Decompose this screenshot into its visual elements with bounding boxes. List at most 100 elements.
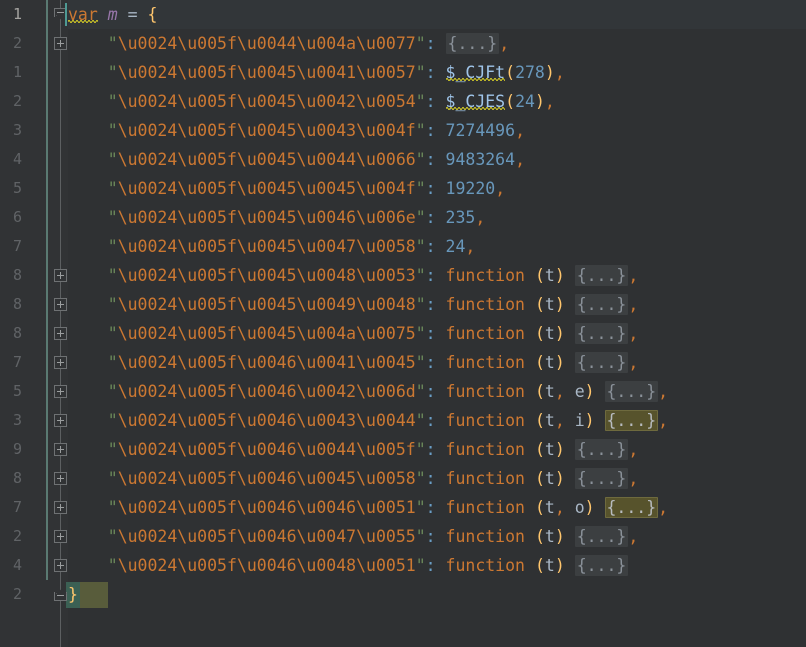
property-line[interactable]: "\u0024\u005f\u0046\u0042\u006d": functi… <box>68 377 668 406</box>
param-close-paren: ) <box>554 266 565 285</box>
line-number: 7 <box>12 237 22 255</box>
fold-collapse-region-end-icon[interactable] <box>54 588 67 601</box>
folded-code-placeholder[interactable]: {...} <box>574 294 629 315</box>
property-line[interactable]: "\u0024\u005f\u0045\u0044\u0066": 948326… <box>68 145 525 174</box>
code-content[interactable]: var m = { "\u0024\u005f\u0044\u004a\u007… <box>66 0 806 647</box>
fold-expand-icon[interactable] <box>54 559 67 572</box>
property-line[interactable]: "\u0024\u005f\u0045\u0042\u0054": $_CJES… <box>68 87 555 116</box>
call-argument: 278 <box>515 63 545 82</box>
key-value-colon: : <box>425 382 436 401</box>
escape-sequence: \u0024\u005f\u0045\u0043\u004f <box>117 121 416 140</box>
property-line[interactable]: "\u0024\u005f\u0046\u0041\u0045": functi… <box>68 348 638 377</box>
property-line[interactable]: "\u0024\u005f\u0045\u0041\u0057": $_CJFt… <box>68 58 565 87</box>
line-number: 2 <box>12 92 22 110</box>
string-quote: " <box>107 63 118 82</box>
line-number: 4 <box>12 150 22 168</box>
property-line[interactable]: "\u0024\u005f\u0046\u0047\u0055": functi… <box>68 522 638 551</box>
fold-expand-icon[interactable] <box>54 443 67 456</box>
key-value-colon: : <box>425 295 436 314</box>
property-comma: , <box>658 382 669 401</box>
line-number: 3 <box>12 411 22 429</box>
string-quote: " <box>415 121 426 140</box>
string-quote: " <box>415 34 426 53</box>
param-open-paren: ( <box>534 266 545 285</box>
string-quote: " <box>415 324 426 343</box>
string-quote: " <box>415 266 426 285</box>
string-quote: " <box>107 295 118 314</box>
string-quote: " <box>107 121 118 140</box>
property-line[interactable]: "\u0024\u005f\u0045\u0047\u0058": 24, <box>68 232 476 261</box>
object-open-brace: { <box>147 5 158 24</box>
closing-brace-line[interactable]: } <box>68 580 78 609</box>
property-comma: , <box>628 469 639 488</box>
param-open-paren: ( <box>534 324 545 343</box>
folded-code-placeholder[interactable]: {...} <box>604 381 659 402</box>
key-value-colon: : <box>425 353 436 372</box>
property-line[interactable]: "\u0024\u005f\u0045\u0048\u0053": functi… <box>68 261 638 290</box>
function-keyword: function <box>445 266 525 285</box>
string-quote: " <box>107 469 118 488</box>
property-line[interactable]: "\u0024\u005f\u0045\u004a\u0075": functi… <box>68 319 638 348</box>
folded-code-placeholder[interactable]: {...} <box>574 439 629 460</box>
property-comma: , <box>658 498 669 517</box>
property-line[interactable]: "\u0024\u005f\u0046\u0046\u0051": functi… <box>68 493 668 522</box>
property-line[interactable]: "\u0024\u005f\u0046\u0043\u0044": functi… <box>68 406 668 435</box>
escape-sequence: \u0024\u005f\u0045\u0047\u0058 <box>117 237 416 256</box>
property-line[interactable]: "\u0024\u005f\u0044\u004a\u0077": {...}, <box>68 29 509 58</box>
folded-code-placeholder[interactable]: {...} <box>445 33 500 54</box>
folded-code-placeholder[interactable]: {...} <box>574 526 629 547</box>
assignment-operator: = <box>127 5 138 24</box>
fold-expand-icon[interactable] <box>54 530 67 543</box>
folded-code-placeholder[interactable]: {...} <box>574 352 629 373</box>
escape-sequence: \u0024\u005f\u0046\u0041\u0045 <box>117 353 416 372</box>
string-quote: " <box>107 382 118 401</box>
line-number: 9 <box>12 440 22 458</box>
property-line[interactable]: "\u0024\u005f\u0045\u0045\u004f": 19220, <box>68 174 505 203</box>
number-value: 24 <box>445 237 466 256</box>
function-parameter: t <box>544 498 555 517</box>
param-open-paren: ( <box>534 498 545 517</box>
param-close-paren: ) <box>584 411 595 430</box>
fold-expand-icon[interactable] <box>54 472 67 485</box>
property-line[interactable]: "\u0024\u005f\u0045\u0046\u006e": 235, <box>68 203 486 232</box>
property-line[interactable]: "\u0024\u005f\u0045\u0043\u004f": 727449… <box>68 116 525 145</box>
function-parameter: t <box>544 295 555 314</box>
function-keyword: function <box>445 353 525 372</box>
number-value: 19220 <box>445 179 496 198</box>
call-open-paren: ( <box>505 92 516 111</box>
fold-expand-icon[interactable] <box>54 269 67 282</box>
function-call-name: $_CJES <box>445 92 506 111</box>
string-quote: " <box>415 440 426 459</box>
call-close-paren: ) <box>534 92 545 111</box>
folded-code-placeholder[interactable]: {...} <box>574 555 629 576</box>
folded-code-placeholder[interactable]: {...} <box>604 410 659 431</box>
variable-identifier: m <box>107 5 118 24</box>
fold-expand-icon[interactable] <box>54 298 67 311</box>
function-call-name: $_CJFt <box>445 63 506 82</box>
code-editor[interactable]: 121234567888753987242 var m = { "\u0024\… <box>0 0 806 647</box>
key-value-colon: : <box>425 208 436 227</box>
fold-expand-icon[interactable] <box>54 414 67 427</box>
property-line[interactable]: "\u0024\u005f\u0045\u0049\u0048": functi… <box>68 290 638 319</box>
property-line[interactable]: "\u0024\u005f\u0046\u0045\u0058": functi… <box>68 464 638 493</box>
escape-sequence: \u0024\u005f\u0046\u0047\u0055 <box>117 527 416 546</box>
fold-expand-icon[interactable] <box>54 327 67 340</box>
function-keyword: function <box>445 469 525 488</box>
param-close-paren: ) <box>554 353 565 372</box>
fold-expand-icon[interactable] <box>54 501 67 514</box>
function-keyword: function <box>445 411 525 430</box>
property-line[interactable]: "\u0024\u005f\u0046\u0044\u005f": functi… <box>68 435 638 464</box>
folded-code-placeholder[interactable]: {...} <box>574 323 629 344</box>
declaration-line[interactable]: var m = { <box>68 0 157 29</box>
folded-code-placeholder[interactable]: {...} <box>574 468 629 489</box>
function-keyword: function <box>445 382 525 401</box>
property-comma: , <box>495 179 506 198</box>
fold-expand-icon[interactable] <box>54 356 67 369</box>
string-quote: " <box>107 498 118 517</box>
fold-expand-icon[interactable] <box>54 37 67 50</box>
folded-code-placeholder[interactable]: {...} <box>604 497 659 518</box>
property-line[interactable]: "\u0024\u005f\u0046\u0048\u0051": functi… <box>68 551 629 580</box>
key-value-colon: : <box>425 324 436 343</box>
fold-expand-icon[interactable] <box>54 385 67 398</box>
folded-code-placeholder[interactable]: {...} <box>574 265 629 286</box>
